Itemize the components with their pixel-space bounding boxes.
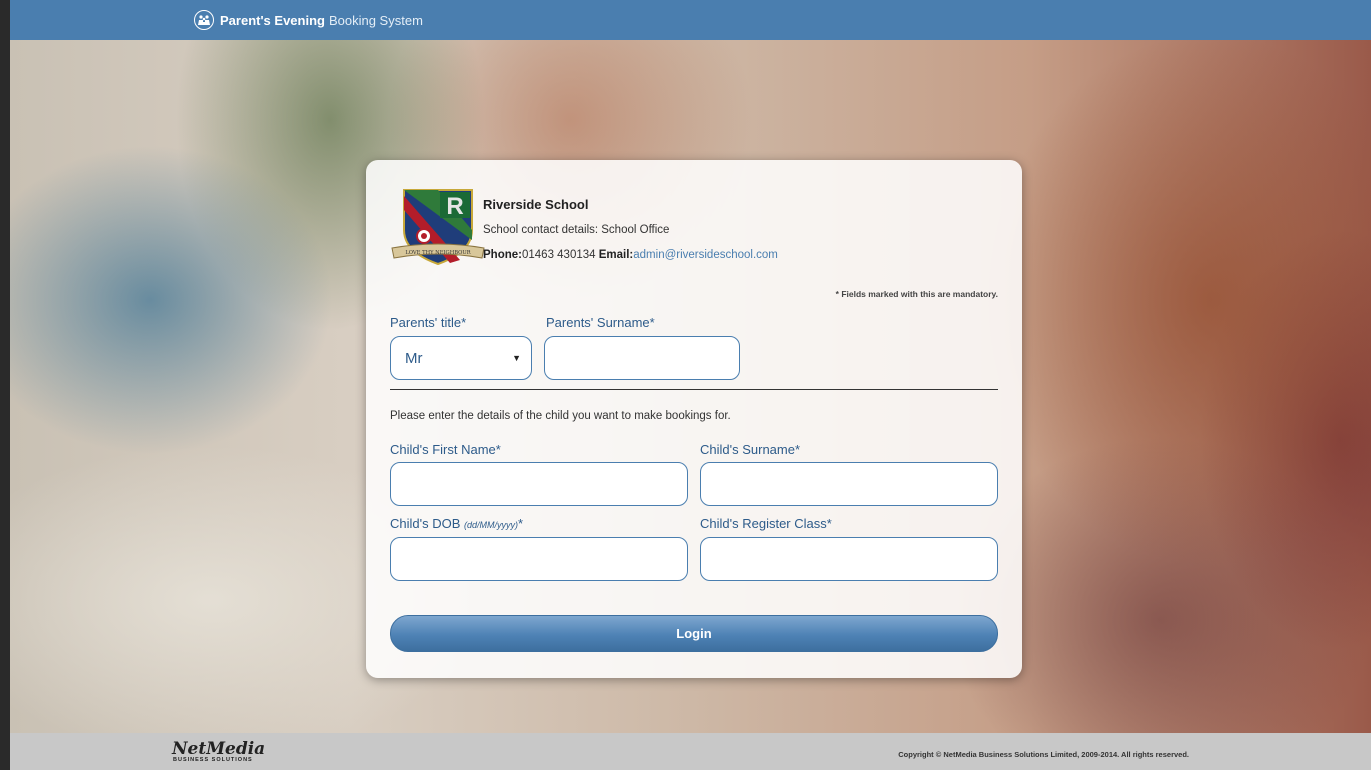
parents-surname-input[interactable] <box>544 336 740 380</box>
phone-label: Phone: <box>483 249 522 261</box>
brand-logo-icon <box>194 10 214 30</box>
divider <box>390 389 998 390</box>
email-label: Email: <box>598 249 634 261</box>
footer: NetMedia BUSINESS SOLUTIONS Copyright © … <box>10 733 1371 770</box>
email-link[interactable]: admin@riversideschool.com <box>633 249 778 261</box>
netmedia-logo: NetMedia <box>172 739 266 759</box>
brand-title: Parent's Evening <box>220 12 325 28</box>
parents-title-value: Mr <box>405 349 423 367</box>
parents-title-select[interactable]: Mr ▼ <box>390 336 532 380</box>
parents-title-label: Parents' title* <box>390 315 467 330</box>
top-bar: Parent's Evening Booking System <box>10 0 1371 40</box>
copyright-text: Copyright © NetMedia Business Solutions … <box>898 750 1189 759</box>
child-dob-label-text: Child's DOB <box>390 516 461 531</box>
phone-number: 01463 430134 <box>521 249 596 261</box>
netmedia-logo-subtitle: BUSINESS SOLUTIONS <box>173 757 253 763</box>
child-first-name-input[interactable] <box>390 462 688 506</box>
child-dob-required-star: * <box>518 516 524 531</box>
login-button[interactable]: Login <box>390 615 998 652</box>
child-first-name-label: Child's First Name* <box>390 442 501 457</box>
school-crest-icon: R LOVE THY NEIGHBOUR <box>391 189 485 266</box>
svg-text:LOVE THY NEIGHBOUR: LOVE THY NEIGHBOUR <box>405 250 471 256</box>
brand-subtitle: Booking System <box>328 12 423 28</box>
school-contact: School contact details: School Office <box>483 224 670 236</box>
child-register-class-label: Child's Register Class* <box>700 516 832 531</box>
child-details-instruction: Please enter the details of the child yo… <box>390 410 731 422</box>
child-dob-format-hint: (dd/MM/yyyy) <box>464 520 519 530</box>
child-register-class-input[interactable] <box>700 537 998 581</box>
parents-surname-label: Parents' Surname* <box>546 315 655 330</box>
child-dob-input[interactable] <box>390 537 688 581</box>
app-frame: Parent's Evening Booking System R LOVE T… <box>10 0 1371 770</box>
child-surname-input[interactable] <box>700 462 998 506</box>
child-dob-label: Child's DOB (dd/MM/yyyy)* <box>390 516 523 531</box>
login-card: R LOVE THY NEIGHBOUR Riverside School Sc… <box>366 160 1022 678</box>
svg-text:R: R <box>446 193 463 220</box>
dropdown-arrow-icon: ▼ <box>512 353 521 363</box>
mandatory-note: * Fields marked with this are mandatory. <box>835 289 998 299</box>
school-phone-email: Phone:01463 430134 Email:admin@riverside… <box>483 249 778 261</box>
child-surname-label: Child's Surname* <box>700 442 801 457</box>
school-name: Riverside School <box>483 197 589 212</box>
